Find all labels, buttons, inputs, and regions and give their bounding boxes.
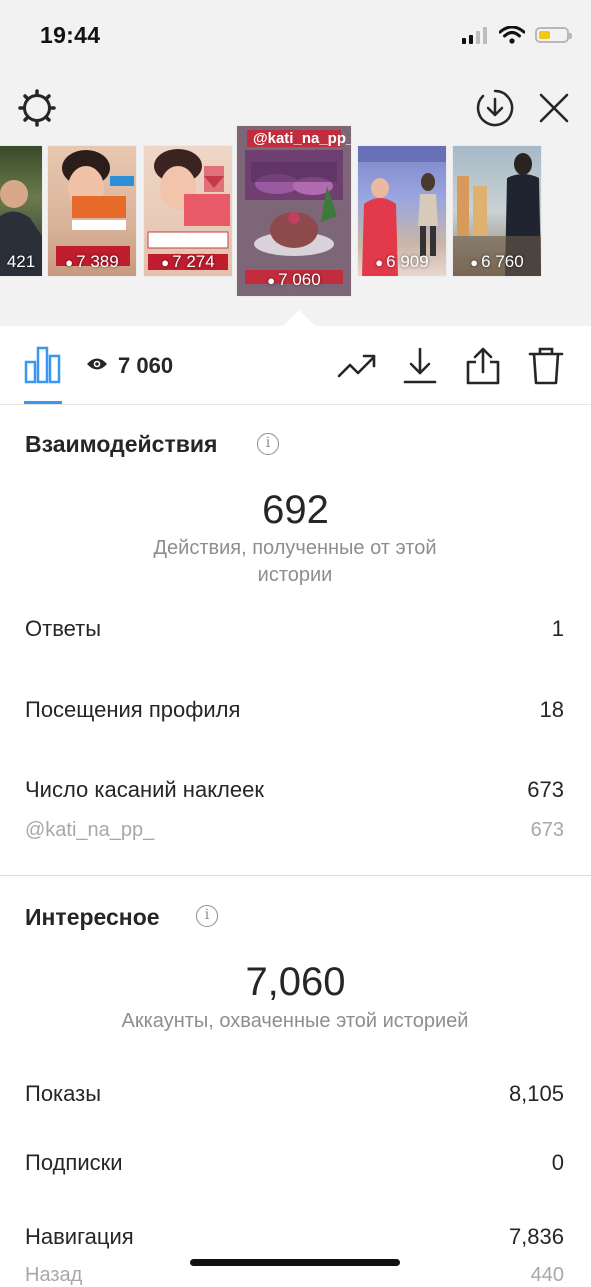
story-thumbnail[interactable]: ● 7 274	[144, 146, 232, 276]
trash-icon[interactable]	[526, 346, 566, 386]
info-icon[interactable]: i	[257, 433, 279, 455]
navigation-label: Навигация	[25, 1224, 134, 1249]
trending-icon[interactable]	[337, 346, 377, 386]
active-tab-indicator	[24, 401, 62, 404]
home-indicator[interactable]	[190, 1259, 400, 1266]
status-icons	[461, 26, 572, 44]
story-view-count: ● 6 760	[470, 252, 524, 271]
story-view-count: ● 6 909	[375, 252, 429, 271]
story-thumbnail[interactable]: ● 6 909	[358, 146, 446, 276]
story-view-count: ● 7 274	[161, 252, 215, 271]
story-thumbnail[interactable]: ● 7 389	[48, 146, 136, 276]
info-icon[interactable]: i	[196, 905, 218, 927]
sticker-taps-value: 673	[527, 777, 564, 802]
profile-visits-value: 18	[539, 697, 564, 722]
impressions-label: Показы	[25, 1081, 102, 1106]
sticker-taps-label: Число касаний наклеек	[25, 777, 264, 802]
settings-icon[interactable]	[17, 88, 57, 128]
sticker-mention-value: 673	[530, 819, 564, 841]
replies-label: Ответы	[25, 616, 102, 641]
close-icon[interactable]	[534, 88, 574, 128]
replies-value: 1	[551, 616, 564, 641]
sticker-mention-label: @kati_na_pp_	[25, 819, 155, 841]
story-view-count: ● 7 060	[267, 270, 321, 289]
wifi-icon	[499, 26, 525, 44]
profile-visits-label: Посещения профиля	[25, 697, 241, 722]
back-label: Назад	[25, 1264, 83, 1286]
reach-caption: Аккаунты, охваченные этой историей	[121, 1010, 469, 1032]
selected-story-pointer	[283, 310, 315, 326]
download-icon[interactable]	[400, 346, 440, 386]
story-toolbar: 7 060	[0, 326, 591, 405]
status-time: 19:44	[40, 22, 101, 48]
eye-icon	[87, 358, 107, 370]
story-view-count: 421	[6, 252, 36, 271]
view-count: 7 060	[118, 353, 174, 378]
section-divider	[0, 875, 591, 876]
interactions-title: Взаимодействия	[25, 431, 218, 457]
insights-bar-chart-icon[interactable]	[24, 346, 62, 384]
back-value: 440	[530, 1264, 564, 1286]
battery-icon	[535, 27, 572, 43]
story-thumbnail[interactable]: ● 6 760	[453, 146, 541, 276]
story-thumbnail-selected[interactable]: @kati_na_pp_ ● 7 060	[237, 126, 351, 296]
reach-total: 7,060	[245, 960, 346, 1004]
follows-label: Подписки	[25, 1150, 123, 1175]
follows-value: 0	[551, 1150, 564, 1175]
story-view-count: ● 7 389	[65, 252, 119, 271]
download-circle-icon[interactable]	[475, 88, 515, 128]
interactions-caption: Действия, полученные от этой истории	[153, 537, 437, 586]
story-mention-handle: @kati_na_pp_	[247, 130, 351, 147]
discovery-title: Интересное	[25, 904, 160, 930]
status-bar: 19:44	[0, 0, 591, 70]
navigation-value: 7,836	[508, 1224, 564, 1249]
signal-icon	[462, 27, 487, 44]
share-icon[interactable]	[463, 346, 503, 386]
impressions-value: 8,105	[508, 1081, 564, 1106]
story-thumbnail[interactable]: 421	[0, 146, 42, 276]
interactions-total: 692	[262, 488, 329, 532]
